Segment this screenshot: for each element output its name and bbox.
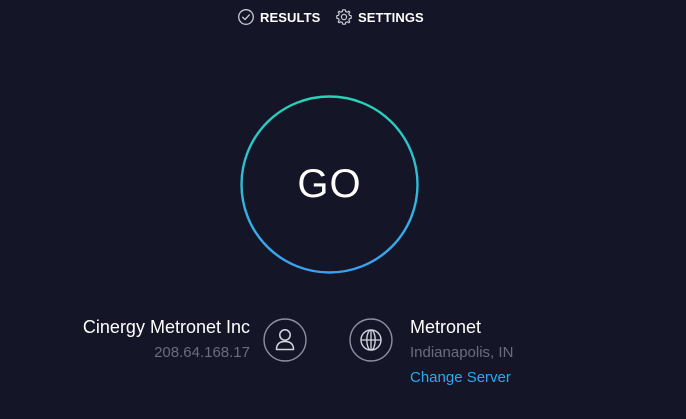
server-info: Metronet Indianapolis, IN Change Server [410,316,650,387]
server-location: Indianapolis, IN [410,344,514,361]
check-circle-icon [237,8,255,26]
results-nav-link[interactable]: RESULTS [237,7,320,27]
results-label: RESULTS [260,9,321,25]
isp-name: Cinergy Metronet Inc [82,317,250,337]
gear-icon [335,8,353,26]
user-icon [263,318,307,362]
change-server-link[interactable]: Change Server [410,369,511,387]
go-button[interactable]: GO [240,95,419,274]
globe-icon[interactable] [349,318,393,362]
ip-address: 208.64.168.17 [154,344,250,361]
server-name: Metronet [410,317,482,337]
top-nav: RESULTS SETTINGS [0,7,686,27]
settings-label: SETTINGS [358,9,424,25]
isp-info: Cinergy Metronet Inc 208.64.168.17 [40,316,250,362]
go-label: GO [297,162,362,206]
settings-nav-link[interactable]: SETTINGS [335,7,424,27]
